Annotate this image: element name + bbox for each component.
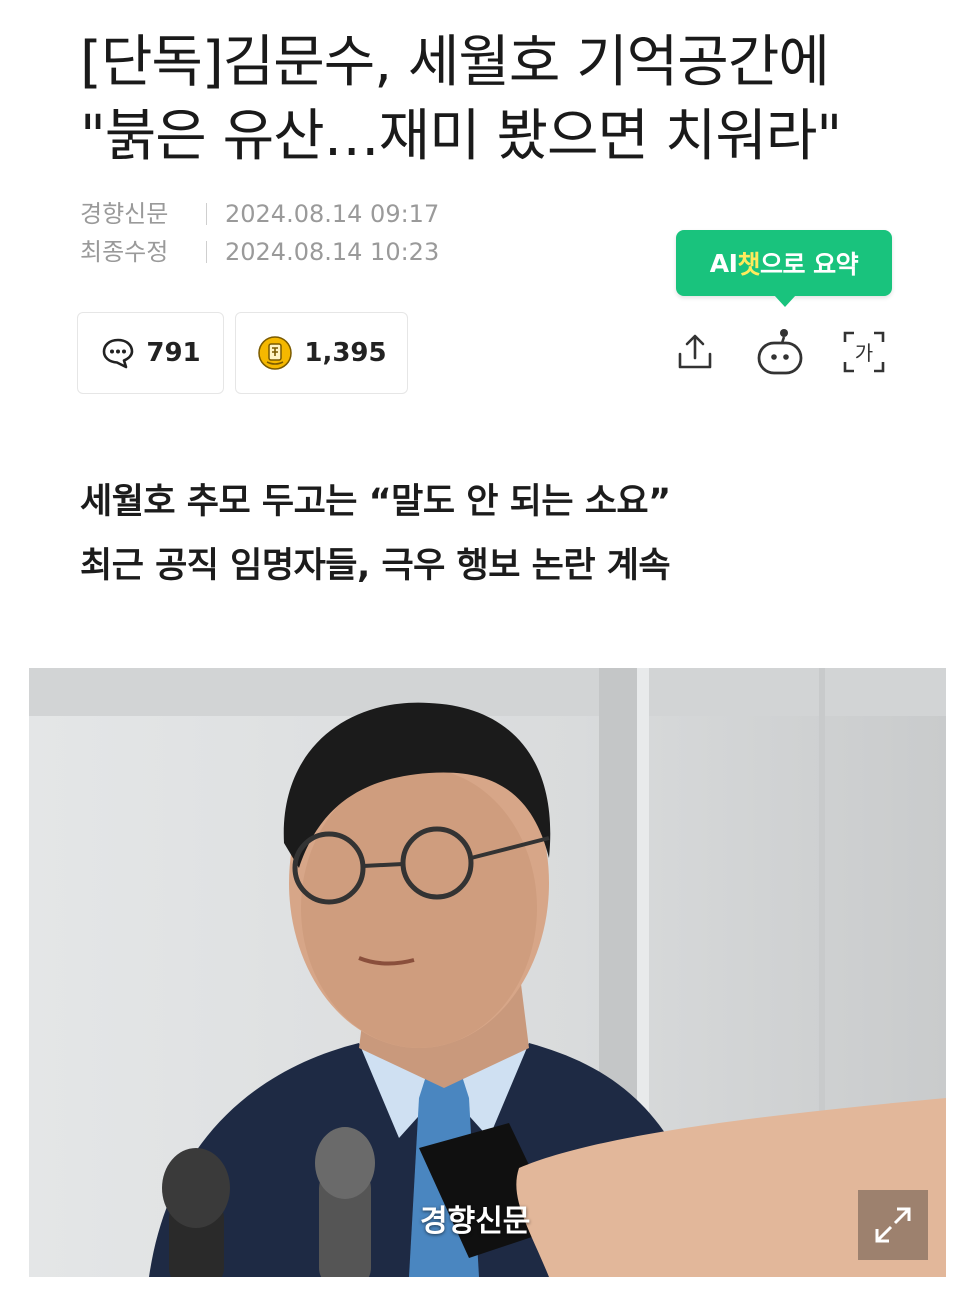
published-time: 2024.08.14 09:17 xyxy=(225,200,440,228)
font-glyph: 가 xyxy=(855,341,873,365)
subhead-line-1: 세월호 추모 두고는 “말도 안 되는 소요” xyxy=(80,482,671,522)
subhead-line-2: 최근 공직 임명자들, 극우 행보 논란 계속 xyxy=(80,546,671,586)
chatbot-icon xyxy=(757,329,803,375)
article-meta: 경향신문 2024.08.14 09:17 최종수정 2024.08.14 10… xyxy=(80,195,439,271)
font-size-button[interactable]: 가 xyxy=(836,322,892,382)
headline-line-1: [단독]김문수, 세월호 기억공간에 xyxy=(80,30,830,95)
ai-summary-button[interactable]: AI 챗 으로 요약 xyxy=(676,230,892,307)
reaction-emoji-icon xyxy=(256,334,294,372)
headline-line-2: "붉은 유산…재미 봤으면 치워라" xyxy=(80,104,842,169)
meta-divider xyxy=(206,203,207,225)
share-icon xyxy=(678,334,712,369)
meta-divider xyxy=(206,241,207,263)
ai-label-prefix: AI xyxy=(709,248,738,278)
reactions-button[interactable]: 1,395 xyxy=(235,312,408,394)
expand-photo-button[interactable] xyxy=(858,1190,928,1260)
photo-credit: 경향신문 xyxy=(420,1204,531,1239)
expand-icon xyxy=(875,1207,911,1243)
updated-time: 2024.08.14 10:23 xyxy=(225,238,440,266)
reaction-count: 1,395 xyxy=(304,338,387,368)
comment-icon xyxy=(100,336,136,370)
share-button[interactable] xyxy=(667,322,723,382)
publisher-name: 경향신문 xyxy=(80,200,169,228)
comment-count: 791 xyxy=(146,338,201,368)
article-headline: [단독]김문수, 세월호 기억공간에 "붉은 유산…재미 봤으면 치워라" xyxy=(80,26,900,174)
published-row: 경향신문 2024.08.14 09:17 xyxy=(80,195,439,233)
ai-label-accent: 챗 xyxy=(737,250,760,279)
article-subhead: 세월호 추모 두고는 “말도 안 되는 소요” 최근 공직 임명자들, 극우 행… xyxy=(80,470,671,598)
article-photo xyxy=(29,668,946,1277)
chatbot-button[interactable] xyxy=(752,322,808,382)
ai-label-suffix: 으로 요약 xyxy=(759,250,859,279)
updated-label: 최종수정 xyxy=(80,238,169,266)
comments-button[interactable]: 791 xyxy=(77,312,224,394)
updated-row: 최종수정 2024.08.14 10:23 xyxy=(80,233,439,271)
font-size-icon: 가 xyxy=(843,331,885,373)
